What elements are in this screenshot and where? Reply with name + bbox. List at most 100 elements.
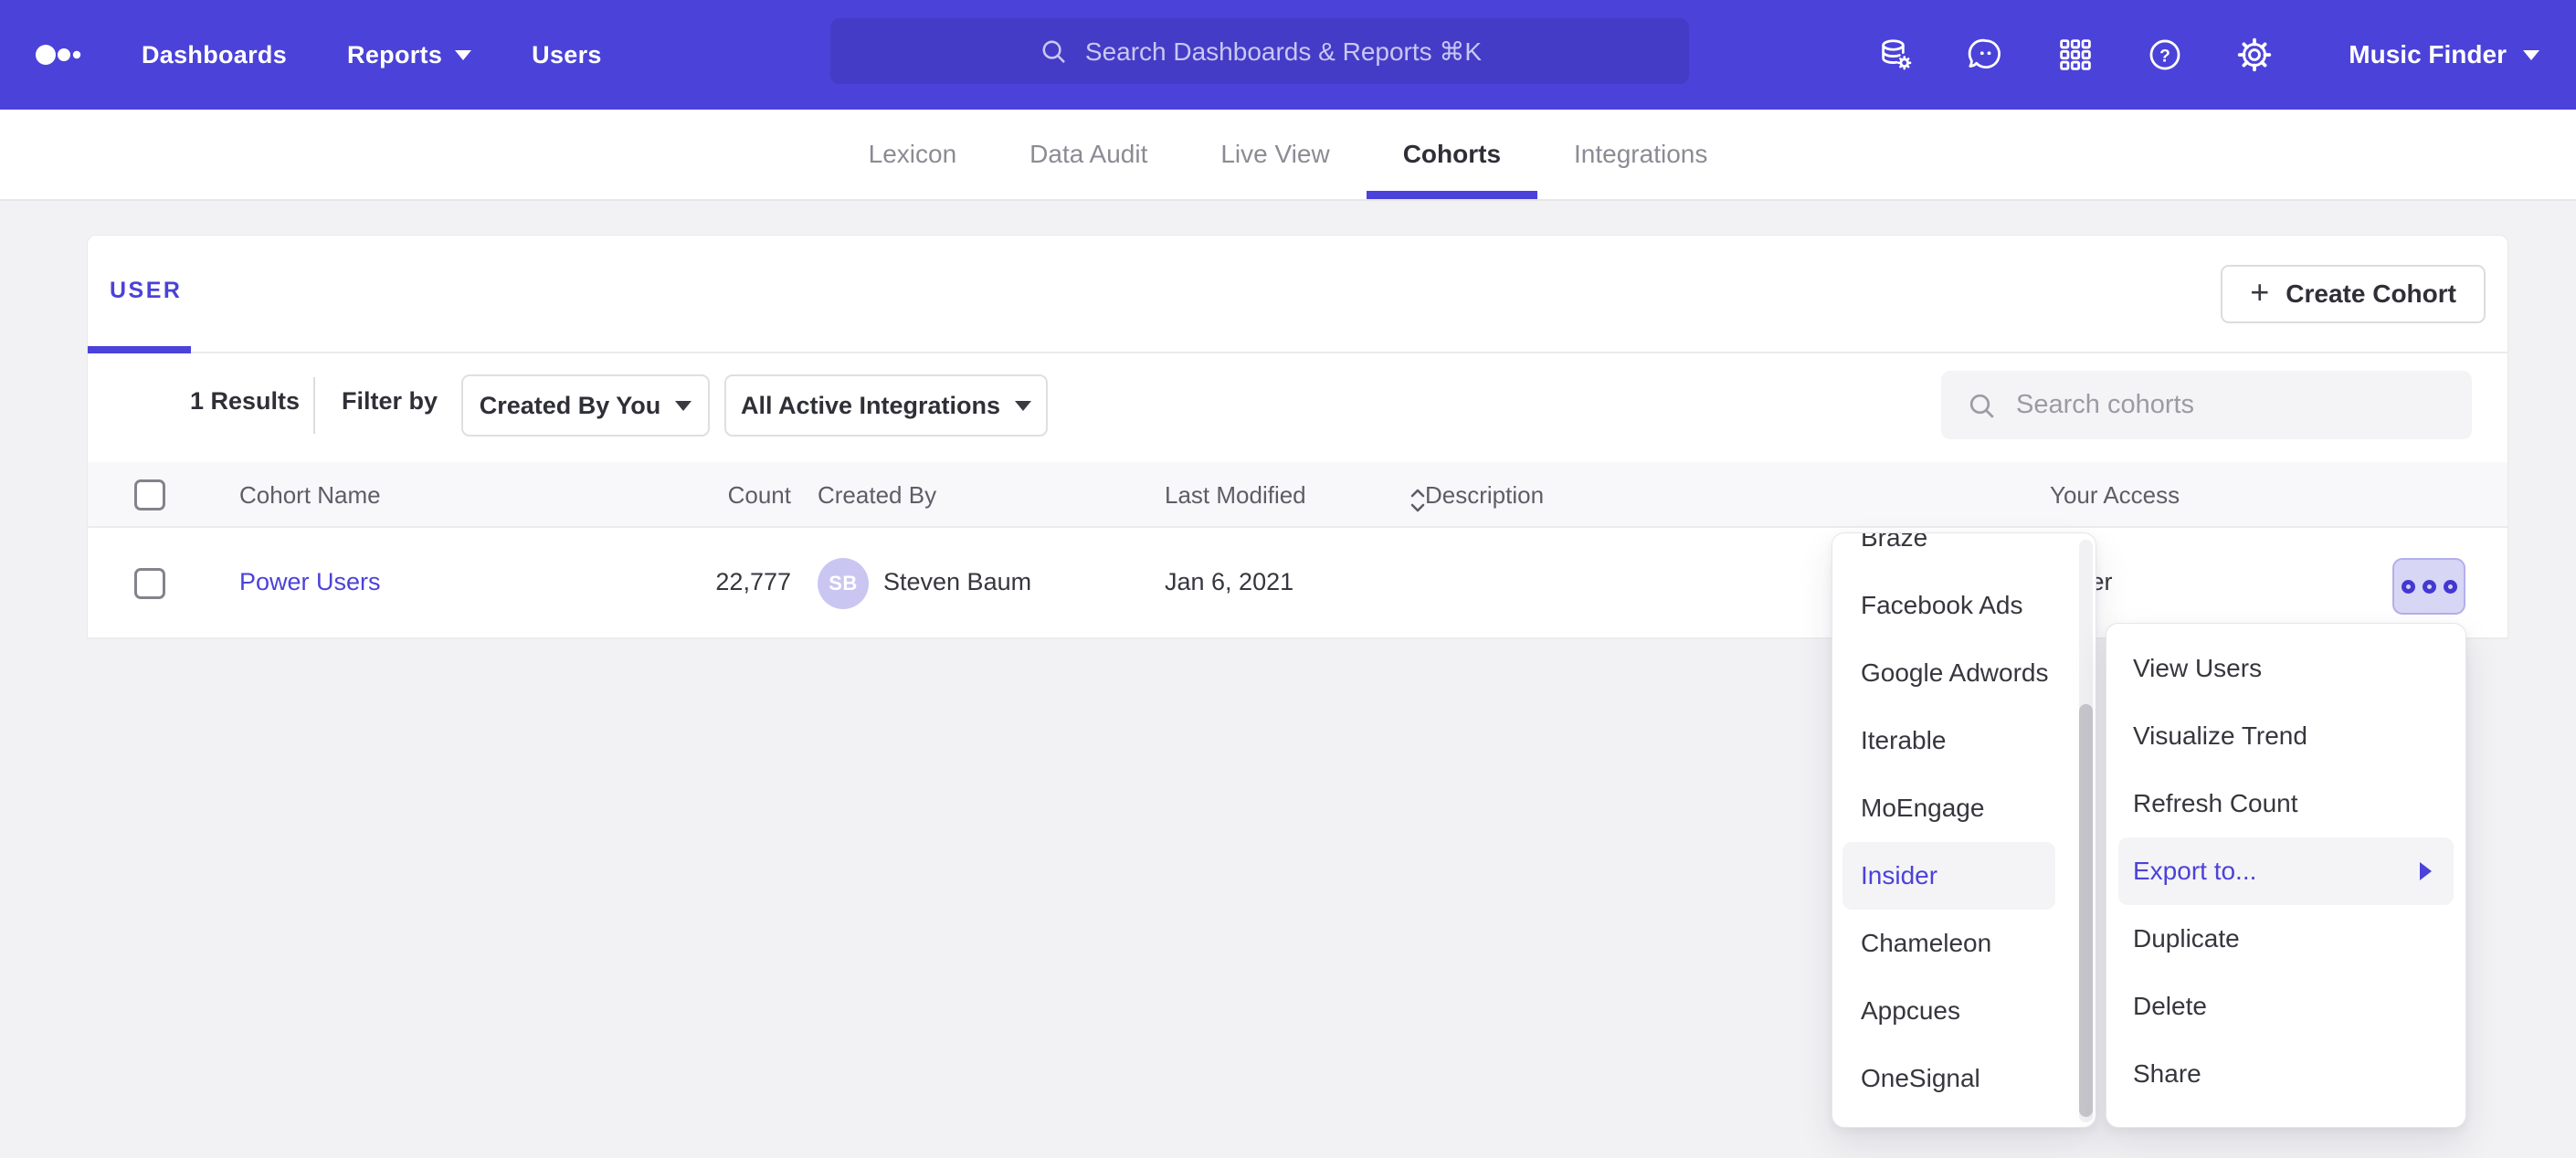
menu-item-label: Refresh Count — [2133, 789, 2298, 818]
menu-item-braze[interactable]: Braze — [1842, 532, 2055, 572]
ellipsis-icon — [2423, 580, 2436, 594]
search-cohorts-placeholder: Search cohorts — [2016, 390, 2194, 420]
submenu-arrow-icon — [2420, 862, 2432, 880]
tab-live-view[interactable]: Live View — [1220, 110, 1329, 199]
created-by-value: Steven Baum — [883, 568, 1031, 596]
menu-item-duplicate[interactable]: Duplicate — [2118, 905, 2454, 973]
svg-text:?: ? — [2159, 47, 2170, 66]
data-management-icon[interactable] — [1877, 36, 1916, 74]
menu-item-insider[interactable]: Insider — [1842, 842, 2055, 910]
menu-item-moengage[interactable]: MoEngage — [1842, 774, 2055, 842]
menu-item-facebook-ads[interactable]: Facebook Ads — [1842, 572, 2055, 639]
settings-icon[interactable] — [2235, 36, 2274, 74]
navbar-item-reports[interactable]: Reports — [347, 41, 471, 69]
data-management-subnav: Lexicon Data Audit Live View Cohorts Integra… — [0, 110, 2576, 201]
project-switcher[interactable]: Music Finder — [2349, 40, 2539, 69]
menu-item-share[interactable]: Share — [2118, 1040, 2454, 1108]
integrations-filter-dropdown[interactable]: All Active Integrations — [724, 374, 1048, 437]
create-cohort-label: Create Cohort — [2286, 279, 2456, 309]
menu-item-onesignal[interactable]: OneSignal — [1842, 1045, 2055, 1112]
menu-item-label: Facebook Ads — [1861, 591, 2022, 620]
scrollbar-thumb[interactable] — [2079, 704, 2093, 1117]
col-count: Count — [535, 481, 791, 510]
menu-item-label: Duplicate — [2133, 924, 2240, 953]
menu-item-label: Share — [2133, 1059, 2201, 1089]
created-by-filter-value: Created By You — [480, 392, 661, 420]
feedback-icon[interactable] — [1967, 36, 2005, 74]
navbar-item-label: Users — [532, 41, 602, 69]
tab-cohorts[interactable]: Cohorts — [1403, 110, 1501, 199]
menu-item-label: Chameleon — [1861, 929, 1991, 958]
tab-data-audit[interactable]: Data Audit — [1029, 110, 1147, 199]
global-search-input[interactable]: Search Dashboards & Reports ⌘K — [830, 18, 1689, 84]
menu-item-appcues[interactable]: Appcues — [1842, 977, 2055, 1045]
context-menu-list: View Users Visualize Trend Refresh Count Ex… — [2106, 635, 2465, 1108]
cohort-type-tabs: USER + Create Cohort — [88, 236, 2507, 353]
col-your-access: Your Access — [2050, 481, 2180, 510]
menu-item-export-to[interactable]: Export to... — [2118, 837, 2454, 905]
navbar-item-label: Dashboards — [142, 41, 287, 69]
mixpanel-logo-icon[interactable] — [35, 33, 90, 77]
integrations-filter-value: All Active Integrations — [741, 392, 1000, 420]
help-icon[interactable]: ? — [2146, 36, 2184, 74]
divider — [313, 377, 315, 434]
create-cohort-button[interactable]: + Create Cohort — [2221, 265, 2486, 323]
plus-icon: + — [2250, 276, 2269, 309]
navbar-item-dashboards[interactable]: Dashboards — [142, 41, 287, 69]
menu-item-refresh-count[interactable]: Refresh Count — [2118, 770, 2454, 837]
navbar-item-label: Reports — [347, 41, 442, 69]
subnav-tabs: Lexicon Data Audit Live View Cohorts Integra… — [0, 110, 2576, 199]
tab-lexicon[interactable]: Lexicon — [869, 110, 957, 199]
menu-item-view-users[interactable]: View Users — [2118, 635, 2454, 702]
menu-item-label: View Users — [2133, 654, 2262, 683]
menu-item-label: Delete — [2133, 992, 2207, 1021]
tab-user[interactable]: USER — [110, 278, 182, 304]
chevron-down-icon — [675, 401, 692, 411]
col-created-by: Created By — [818, 481, 936, 510]
search-cohorts-input[interactable]: Search cohorts — [1941, 371, 2472, 439]
active-tab-underline — [88, 346, 191, 353]
menu-item-label: MoEngage — [1861, 794, 1984, 823]
menu-item-label: Google Adwords — [1861, 658, 2048, 688]
last-modified-value: Jan 6, 2021 — [1165, 568, 1293, 596]
menu-item-label: Iterable — [1861, 726, 1946, 755]
navbar-item-users[interactable]: Users — [532, 41, 602, 69]
export-options-list: Braze Facebook Ads Google Adwords Iterable M… — [1832, 532, 2096, 1112]
tab-integrations[interactable]: Integrations — [1574, 110, 1707, 199]
avatar: SB — [818, 558, 869, 609]
navbar-right: ? Music Finder — [1877, 0, 2539, 110]
search-icon — [1965, 389, 1998, 422]
filter-by-label: Filter by — [342, 387, 438, 416]
apps-grid-icon[interactable] — [2056, 36, 2095, 74]
menu-item-chameleon[interactable]: Chameleon — [1842, 910, 2055, 977]
row-checkbox[interactable] — [134, 568, 165, 599]
created-by-filter-dropdown[interactable]: Created By You — [461, 374, 710, 437]
count-value: 22,777 — [535, 568, 791, 596]
menu-item-delete[interactable]: Delete — [2118, 973, 2454, 1040]
top-navbar: Dashboards Reports Users Search Dashboards… — [0, 0, 2576, 110]
chevron-down-icon — [455, 50, 471, 60]
row-actions-button[interactable] — [2392, 558, 2465, 615]
results-count: 1 Results — [190, 387, 300, 416]
menu-item-label: Appcues — [1861, 996, 1960, 1026]
menu-item-label: Export to... — [2133, 857, 2256, 886]
col-description: Description — [1425, 481, 1544, 510]
menu-item-iterable[interactable]: Iterable — [1842, 707, 2055, 774]
menu-item-label: Insider — [1861, 861, 1937, 890]
menu-item-visualize-trend[interactable]: Visualize Trend — [2118, 702, 2454, 770]
menu-item-label: OneSignal — [1861, 1064, 1980, 1093]
navbar-menu: Dashboards Reports Users — [142, 0, 602, 110]
col-last-modified[interactable]: Last Modified — [1165, 481, 1306, 510]
select-all-checkbox[interactable] — [134, 479, 165, 511]
ellipsis-icon — [2444, 580, 2457, 594]
cohort-name-link[interactable]: Power Users — [239, 568, 381, 596]
project-name: Music Finder — [2349, 40, 2507, 69]
ellipsis-icon — [2402, 580, 2415, 594]
chevron-down-icon — [2523, 50, 2539, 60]
chevron-down-icon — [1015, 401, 1031, 411]
search-icon — [1038, 36, 1069, 67]
menu-item-label: Braze — [1861, 532, 1927, 553]
menu-item-google-adwords[interactable]: Google Adwords — [1842, 639, 2055, 707]
table-header: Cohort Name Count Created By Last Modifi… — [88, 462, 2507, 528]
global-search-placeholder: Search Dashboards & Reports ⌘K — [1085, 37, 1482, 67]
